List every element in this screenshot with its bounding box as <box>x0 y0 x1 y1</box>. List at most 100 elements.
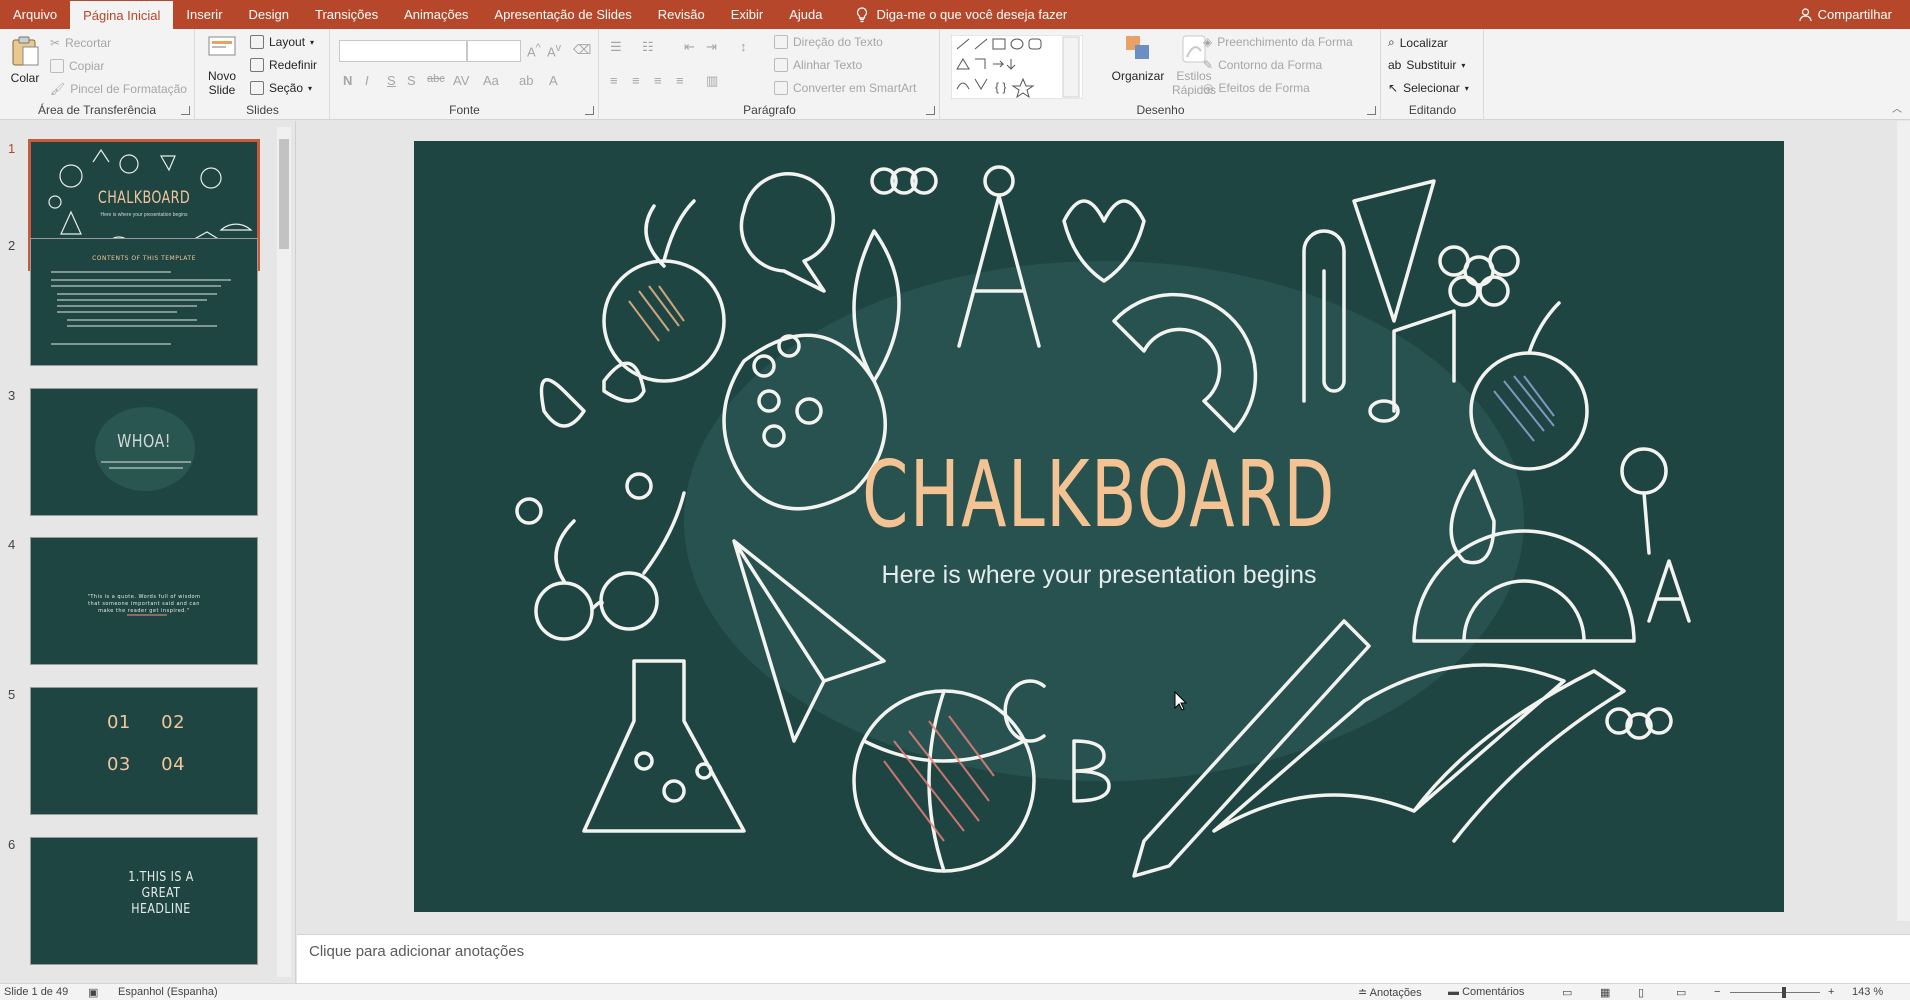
share-button[interactable]: Compartilhar <box>1786 0 1910 29</box>
italic-icon[interactable]: I <box>365 73 369 88</box>
format-painter-button[interactable]: 🖌 Pincel de Formatação <box>50 82 187 96</box>
collapse-ribbon-icon[interactable]: ︿ <box>1892 100 1902 115</box>
chevron-down-icon: ▾ <box>310 37 315 47</box>
grow-font-icon[interactable]: A^ <box>527 42 541 59</box>
notes-pane[interactable]: Clique para adicionar anotações <box>297 934 1910 983</box>
align-text-icon <box>774 58 788 72</box>
tab-apresentacao[interactable]: Apresentação de Slides <box>481 0 644 29</box>
replace-button[interactable]: ab Substituir ▾ <box>1388 58 1465 72</box>
increase-indent-icon[interactable]: ⇥ <box>706 39 717 55</box>
change-case-icon[interactable]: Aa <box>483 73 499 88</box>
justify-icon[interactable]: ≡ <box>676 73 684 88</box>
columns-icon[interactable]: ▥ <box>706 73 718 89</box>
text-direction-button[interactable]: Direção do Texto <box>774 35 883 49</box>
layout-button[interactable]: Layout ▾ <box>250 35 314 49</box>
slideshow-icon[interactable]: ▭ <box>1676 986 1686 999</box>
new-slide-button[interactable]: Novo Slide <box>204 33 240 97</box>
thumbnail-slide-6[interactable]: 1.THIS IS A GREAT HEADLINE <box>30 837 258 965</box>
scrollbar-thumb[interactable] <box>279 139 289 249</box>
thumbnail-title: 01 02 03 04 <box>106 712 186 775</box>
highlight-icon[interactable]: ab <box>519 73 533 88</box>
align-right-icon[interactable]: ≡ <box>654 73 662 88</box>
zoom-out-icon[interactable]: − <box>1714 986 1720 998</box>
shape-fill-button[interactable]: ◈ Preenchimento da Forma <box>1203 35 1353 49</box>
tab-inserir[interactable]: Inserir <box>173 0 235 29</box>
font-launcher-icon[interactable] <box>585 106 594 115</box>
shrink-font-icon[interactable]: Av <box>547 42 561 59</box>
drawing-launcher-icon[interactable] <box>1367 106 1376 115</box>
chevron-down-icon: ▾ <box>1461 60 1466 70</box>
arrange-button[interactable]: Organizar <box>1111 33 1165 83</box>
tab-exibir[interactable]: Exibir <box>718 0 777 29</box>
zoom-slider[interactable] <box>1730 992 1820 993</box>
zoom-slider-thumb[interactable] <box>1782 987 1786 998</box>
char-spacing-icon[interactable]: AV <box>453 73 469 88</box>
thumbnail-slide-2[interactable]: CONTENTS OF THIS TEMPLATE <box>30 238 258 366</box>
tab-design[interactable]: Design <box>236 0 302 29</box>
thumbnail-slide-4[interactable]: "This is a quote. Words full of wisdom t… <box>30 537 258 665</box>
tab-pagina-inicial[interactable]: Página Inicial <box>70 1 174 29</box>
bullets-icon[interactable]: ☰ <box>610 39 622 55</box>
cut-button[interactable]: ✂ Recortar <box>50 36 111 50</box>
replace-label: Substituir <box>1406 58 1457 72</box>
notes-placeholder: Clique para adicionar anotações <box>309 943 525 960</box>
align-text-button[interactable]: Alinhar Texto <box>774 58 862 72</box>
tell-me-box[interactable]: Diga-me o que você deseja fazer <box>843 0 1080 29</box>
tell-me-text: Diga-me o que você deseja fazer <box>876 7 1068 22</box>
tab-arquivo[interactable]: Arquivo <box>0 0 70 29</box>
thumbnail-slide-5[interactable]: 01 02 03 04 <box>30 687 258 815</box>
shapes-gallery[interactable]: { } <box>951 35 1083 99</box>
select-button[interactable]: ↖ Selecionar ▾ <box>1388 81 1469 95</box>
decrease-indent-icon[interactable]: ⇤ <box>684 39 695 55</box>
chevron-down-icon: ▾ <box>308 83 313 93</box>
clear-format-icon[interactable]: ⌫ <box>573 42 591 58</box>
shape-outline-label: Contorno da Forma <box>1218 58 1323 72</box>
slide-sorter-icon[interactable]: ▦ <box>1600 986 1610 999</box>
bold-icon[interactable]: N <box>343 73 352 88</box>
shape-effects-button[interactable]: ◎ Efeitos de Forma <box>1203 81 1310 95</box>
tab-transicoes[interactable]: Transições <box>302 0 391 29</box>
strikethrough-icon[interactable]: abc <box>427 73 445 85</box>
align-left-icon[interactable]: ≡ <box>610 73 618 88</box>
notes-toggle-label: Anotações <box>1369 987 1422 999</box>
zoom-level[interactable]: 143 % <box>1852 986 1883 998</box>
clipboard-launcher-icon[interactable] <box>181 106 190 115</box>
comments-toggle-label: Comentários <box>1462 986 1525 998</box>
notes-icon: ≐ <box>1358 987 1370 999</box>
new-slide-label-2: Slide <box>208 83 236 97</box>
section-button[interactable]: Seção ▾ <box>250 81 312 95</box>
align-center-icon[interactable]: ≡ <box>632 73 640 88</box>
reset-button[interactable]: Redefinir <box>250 58 317 72</box>
thumbnail-scrollbar[interactable] <box>277 127 291 977</box>
notes-toggle-button[interactable]: ≐ Anotações <box>1358 986 1422 999</box>
shape-outline-button[interactable]: ✎ Contorno da Forma <box>1203 58 1322 72</box>
tab-revisao[interactable]: Revisão <box>645 0 718 29</box>
line-spacing-icon[interactable]: ↕ <box>740 39 747 54</box>
numbering-icon[interactable]: ☷ <box>642 39 654 55</box>
font-name-combo[interactable] <box>339 40 467 62</box>
smartart-button[interactable]: Converter em SmartArt <box>774 81 916 95</box>
font-size-combo[interactable] <box>467 40 521 62</box>
language-status[interactable]: Espanhol (Espanha) <box>118 986 218 998</box>
paragraph-launcher-icon[interactable] <box>926 106 935 115</box>
tab-ajuda[interactable]: Ajuda <box>776 0 835 29</box>
paste-button[interactable]: Colar <box>8 35 42 85</box>
find-button[interactable]: ⌕ Localizar <box>1388 35 1448 50</box>
section-icon <box>250 81 264 95</box>
underline-icon[interactable]: S <box>387 73 396 88</box>
comments-toggle-button[interactable]: ▬ Comentários <box>1448 986 1524 998</box>
slide-title[interactable]: CHALKBOARD <box>606 441 1592 548</box>
tab-animacoes[interactable]: Animações <box>391 0 481 29</box>
slide-canvas[interactable]: CHALKBOARD Here is where your presentati… <box>414 141 1784 912</box>
font-color-icon[interactable]: A <box>549 73 558 88</box>
reading-view-icon[interactable]: ▯ <box>1638 986 1644 999</box>
shadow-icon[interactable]: S <box>407 73 416 88</box>
normal-view-icon[interactable]: ▭ <box>1562 986 1572 999</box>
thumbnail-title: CONTENTS OF THIS TEMPLATE <box>92 255 196 262</box>
copy-button[interactable]: Copiar <box>50 59 104 73</box>
thumbnail-slide-3[interactable]: WHOA! <box>30 388 258 516</box>
spellcheck-icon[interactable]: ▣ <box>88 986 98 999</box>
zoom-in-icon[interactable]: + <box>1828 986 1834 998</box>
slide-scrollbar[interactable] <box>1897 121 1910 921</box>
slide-subtitle[interactable]: Here is where your presentation begins <box>414 561 1784 590</box>
